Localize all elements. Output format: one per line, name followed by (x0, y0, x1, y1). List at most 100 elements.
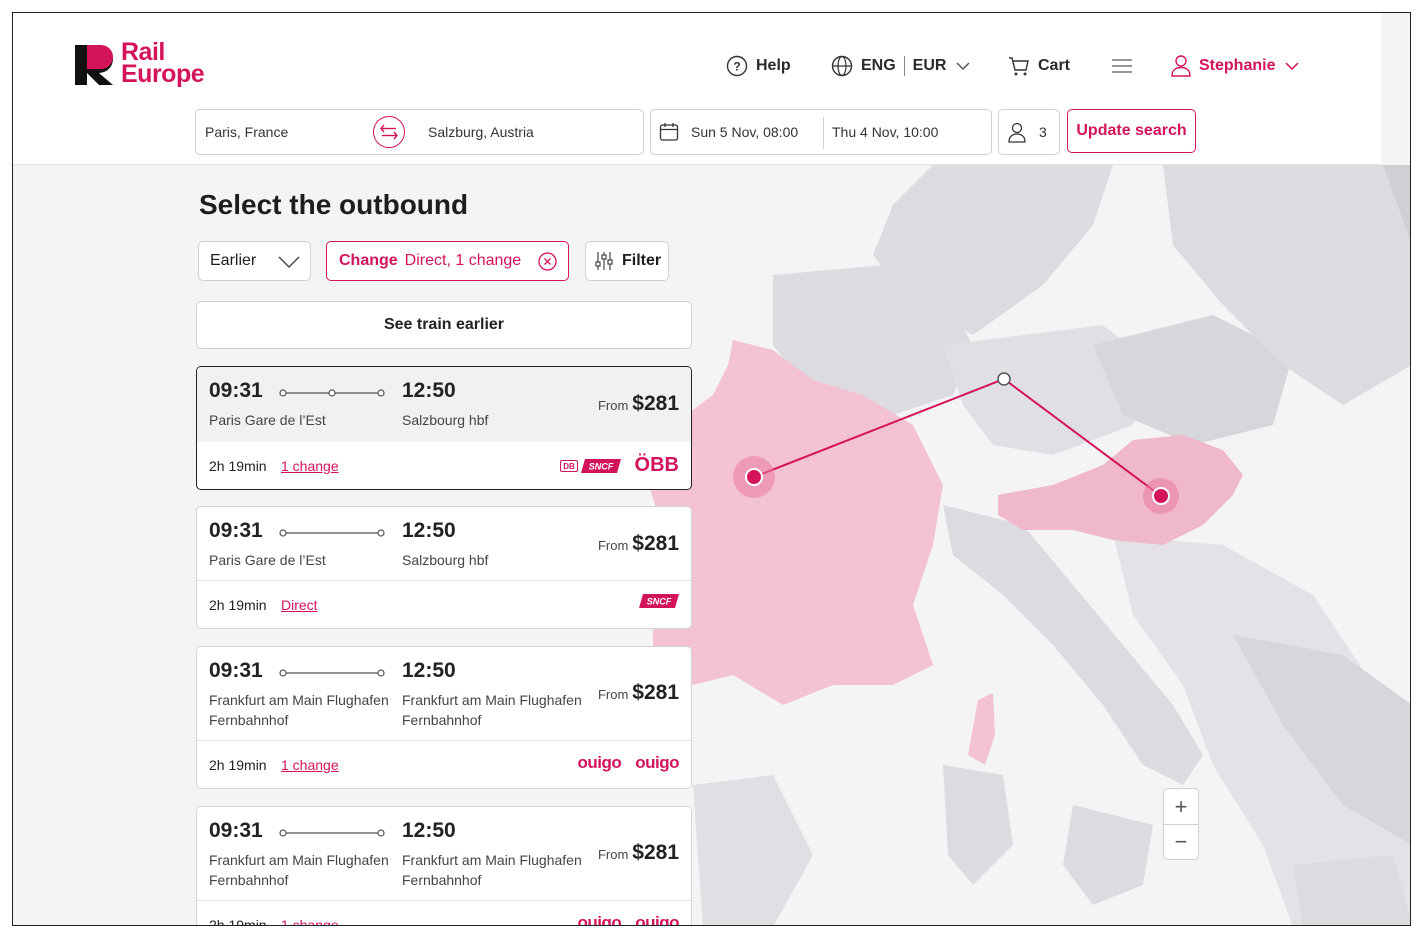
help-link[interactable]: ? Help (726, 51, 791, 81)
changes-link[interactable]: 1 change (281, 757, 339, 773)
change-filter-value: Direct, 1 change (404, 252, 522, 269)
language-currency-selector[interactable]: ENG EUR (831, 51, 970, 81)
user-menu[interactable]: Stephanie (1171, 51, 1299, 81)
arrival-time: 12:50 (402, 659, 456, 682)
obb-logo: ÖBB (634, 454, 679, 476)
price: $281 (632, 532, 679, 555)
zoom-out-button[interactable]: − (1164, 824, 1198, 859)
operator-logos: ouigo ouigo (577, 913, 679, 926)
sncf-logo-icon: SNCF (639, 594, 679, 608)
departure-time: 09:31 (209, 519, 263, 542)
arrival-time: 12:50 (402, 819, 456, 842)
departure-station: Paris Gare de l’Est (209, 412, 326, 428)
route-field[interactable]: Paris, France Salzburg, Austria (195, 109, 644, 155)
cart-icon (1009, 57, 1029, 76)
help-label: Help (756, 57, 791, 74)
departure-station: Frankfurt am Main Flughafen Fernbahnhof (209, 692, 389, 728)
top-header: Rail Europe ? Help ENG EUR Cart Stephani… (13, 13, 1381, 165)
departure-time: 09:31 (209, 819, 263, 842)
trip-card[interactable]: 09:31 12:50 Paris Gare de l’Est Salzbourg h… (196, 506, 692, 629)
swap-icon (380, 124, 398, 140)
price: $281 (632, 681, 679, 704)
changes-link[interactable]: 1 change (281, 458, 339, 474)
departure-time: 09:31 (209, 659, 263, 682)
passenger-count: 3 (1039, 124, 1047, 140)
trip-duration: 2h 19min (209, 917, 267, 926)
departure-station: Frankfurt am Main Flughafen Fernbahnhof (209, 852, 389, 888)
route-line-icon (279, 669, 385, 677)
app-frame: Rail Europe ? Help ENG EUR Cart Stephani… (12, 12, 1411, 926)
see-train-earlier-button[interactable]: See train earlier (196, 301, 692, 349)
currency-label: EUR (912, 57, 947, 74)
filter-controls: Earlier Change Direct, 1 change Filter (198, 241, 678, 281)
svg-text:DB: DB (563, 462, 575, 471)
passengers-field[interactable]: 3 (998, 109, 1060, 155)
route-line-icon (279, 389, 385, 397)
filter-button[interactable]: Filter (585, 241, 669, 281)
price-block: From $281 (598, 841, 679, 865)
from-label: From (597, 847, 629, 862)
language-label: ENG (861, 57, 896, 74)
from-label: From (597, 538, 629, 553)
search-bar: Paris, France Salzburg, Austria Sun 5 No… (13, 109, 1381, 155)
depart-date[interactable]: Sun 5 Nov, 08:00 (691, 124, 798, 140)
globe-icon (831, 55, 853, 77)
price-block: From $281 (598, 392, 679, 416)
price: $281 (632, 392, 679, 415)
from-label: From (597, 398, 629, 413)
ouigo-logo: ouigo (577, 753, 622, 772)
price-block: From $281 (598, 681, 679, 705)
price-block: From $281 (598, 532, 679, 556)
change-filter-label: Change (339, 252, 398, 269)
from-label: From (597, 687, 629, 702)
destination-field[interactable]: Salzburg, Austria (428, 124, 534, 140)
ouigo-logo: ouigo (635, 913, 679, 926)
operator-logos: ouigo ouigo (577, 753, 679, 773)
clear-filter-icon[interactable] (538, 252, 557, 271)
route-line-icon (279, 529, 385, 537)
db-logo-icon: DB (559, 459, 578, 472)
user-name: Stephanie (1199, 57, 1276, 74)
departure-time: 09:31 (209, 379, 263, 402)
origin-field[interactable]: Paris, France (205, 124, 288, 140)
map-zoom-controls: + − (1163, 788, 1199, 860)
dates-field[interactable]: Sun 5 Nov, 08:00 Thu 4 Nov, 10:00 (650, 109, 992, 155)
operator-logos: SNCF (639, 593, 679, 609)
trip-card[interactable]: 09:31 12:50 Paris Gare de l’Est Salzbourg h… (196, 366, 692, 490)
filter-sliders-icon (595, 252, 613, 270)
changes-link[interactable]: Direct (281, 597, 318, 613)
filter-label: Filter (622, 252, 662, 269)
changes-link[interactable]: 1 change (281, 917, 339, 925)
change-filter-chip[interactable]: Change Direct, 1 change (326, 241, 569, 281)
cart-link[interactable]: Cart (1008, 51, 1070, 81)
calendar-icon (659, 123, 679, 141)
trip-duration: 2h 19min (209, 597, 267, 613)
trip-duration: 2h 19min (209, 458, 267, 474)
arrival-time: 12:50 (402, 379, 456, 402)
price: $281 (632, 841, 679, 864)
hamburger-menu-icon (1112, 59, 1132, 73)
svg-text:?: ? (733, 60, 740, 74)
user-icon (1171, 55, 1191, 77)
svg-text:SNCF: SNCF (647, 597, 672, 607)
trip-card[interactable]: 09:31 12:50 Frankfurt am Main Flughafen Fe… (196, 806, 692, 926)
arrival-station: Frankfurt am Main Flughafen Fernbahnhof (402, 692, 582, 728)
menu-button[interactable] (1111, 51, 1141, 81)
earlier-dropdown-label: Earlier (210, 252, 257, 269)
earlier-dropdown[interactable]: Earlier (198, 241, 311, 281)
departure-station: Paris Gare de l’Est (209, 552, 326, 568)
trip-card[interactable]: 09:31 12:50 Frankfurt am Main Flughafen Fe… (196, 646, 692, 789)
ouigo-logo: ouigo (635, 753, 679, 772)
return-date[interactable]: Thu 4 Nov, 10:00 (832, 124, 938, 140)
trip-duration: 2h 19min (209, 757, 267, 773)
chevron-down-icon (278, 256, 300, 268)
ouigo-logo: ouigo (577, 913, 622, 926)
arrival-station: Salzbourg hbf (402, 552, 489, 568)
cart-label: Cart (1038, 57, 1071, 74)
sncf-logo-icon: SNCF (580, 458, 621, 473)
zoom-in-button[interactable]: + (1164, 789, 1198, 824)
chevron-down-icon (956, 62, 970, 71)
swap-stations-button[interactable] (373, 116, 405, 148)
update-search-button[interactable]: Update search (1067, 109, 1196, 153)
arrival-station: Salzbourg hbf (402, 412, 489, 428)
